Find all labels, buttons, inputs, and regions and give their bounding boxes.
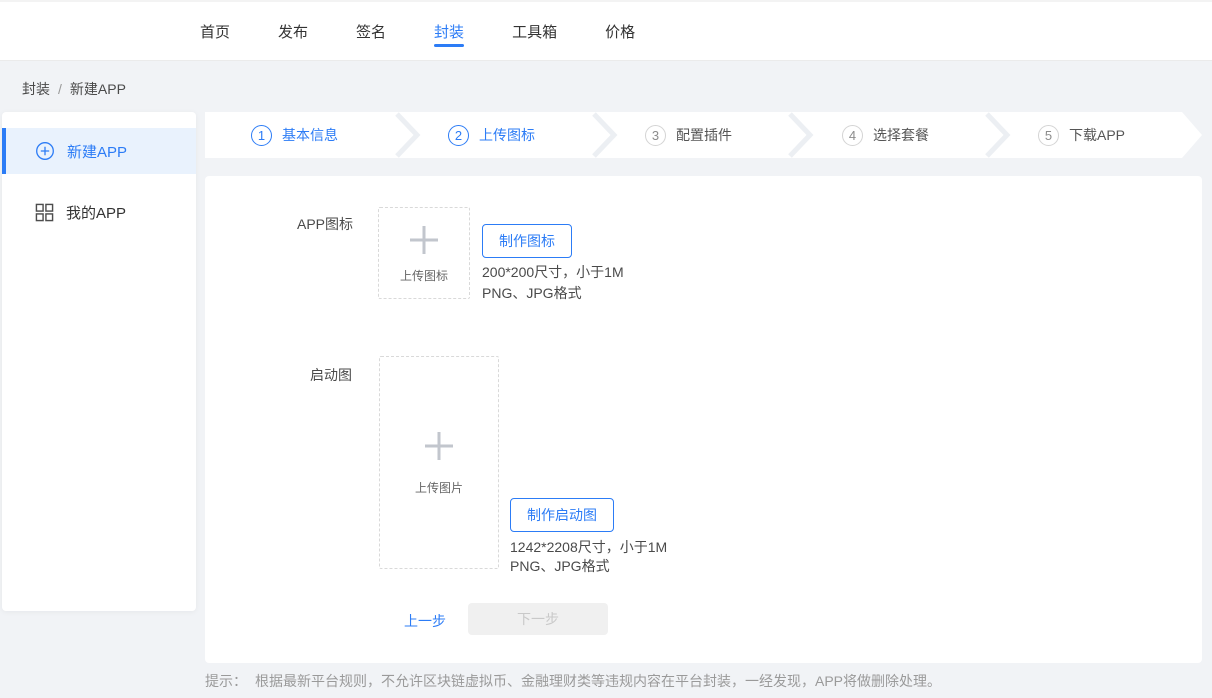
icon-format-hint: PNG、JPG格式 <box>482 283 582 303</box>
splash-upload-box[interactable]: 上传图片 <box>379 356 499 569</box>
step-label: 选择套餐 <box>873 125 929 145</box>
nav-item-publish[interactable]: 发布 <box>278 2 308 60</box>
nav-item-package[interactable]: 封装 <box>434 2 464 60</box>
nav-item-label: 封装 <box>434 21 464 42</box>
step-upload-icon: 2 上传图标 <box>448 112 535 158</box>
step-configure-plugins: 3 配置插件 <box>645 112 732 158</box>
tip-label: 提示： <box>205 673 247 689</box>
make-splash-button[interactable]: 制作启动图 <box>510 498 614 532</box>
tip-text: 根据最新平台规则，不允许区块链虚拟币、金融理财类等违规内容在平台封装，一经发现，… <box>255 673 941 689</box>
step-number: 5 <box>1038 125 1059 146</box>
step-download-app: 5 下载APP <box>1038 112 1125 158</box>
step-number: 2 <box>448 125 469 146</box>
plus-circle-icon <box>35 141 55 161</box>
step-number: 1 <box>251 125 272 146</box>
step-label: 配置插件 <box>676 125 732 145</box>
step-label: 基本信息 <box>282 125 338 145</box>
step-basic-info: 1 基本信息 <box>251 112 338 158</box>
footer-tip: 提示： 根据最新平台规则，不允许区块链虚拟币、金融理财类等违规内容在平台封装，一经… <box>205 671 941 691</box>
breadcrumb-current: 新建APP <box>70 81 126 97</box>
nav-item-sign[interactable]: 签名 <box>356 2 386 60</box>
sidebar-item-my-apps[interactable]: 我的APP <box>2 189 196 235</box>
splash-size-hint: 1242*2208尺寸，小于1M <box>510 537 667 557</box>
plus-icon <box>422 429 456 463</box>
splash-label: 启动图 <box>310 365 352 385</box>
icon-size-hint: 200*200尺寸，小于1M <box>482 262 624 282</box>
sidebar-item-label: 我的APP <box>66 202 126 223</box>
step-number: 4 <box>842 125 863 146</box>
page: 首页 发布 签名 封装 工具箱 价格 封装 / 新建APP 新建APP 我的APP <box>0 0 1212 698</box>
step-wizard-bar: 1 基本信息 2 上传图标 3 配置插件 4 选择套餐 5 下载APP <box>205 112 1202 158</box>
step-number: 3 <box>645 125 666 146</box>
step-label: 下载APP <box>1069 125 1125 145</box>
next-step-button[interactable]: 下一步 <box>468 603 608 635</box>
nav-item-label: 发布 <box>278 21 308 42</box>
upload-icon-text: 上传图标 <box>400 267 448 284</box>
step-label: 上传图标 <box>479 125 535 145</box>
nav-item-home[interactable]: 首页 <box>200 2 230 60</box>
step-choose-plan: 4 选择套餐 <box>842 112 929 158</box>
sidebar: 新建APP 我的APP <box>2 112 196 611</box>
splash-format-hint: PNG、JPG格式 <box>510 556 610 576</box>
sidebar-item-new-app[interactable]: 新建APP <box>2 128 196 174</box>
prev-step-link[interactable]: 上一步 <box>404 611 446 631</box>
nav-item-toolbox[interactable]: 工具箱 <box>512 2 557 60</box>
grid-icon <box>35 203 54 222</box>
nav-item-price[interactable]: 价格 <box>605 2 635 60</box>
app-icon-label: APP图标 <box>297 214 353 234</box>
breadcrumb: 封装 / 新建APP <box>22 79 134 99</box>
sidebar-item-label: 新建APP <box>67 141 127 162</box>
breadcrumb-section[interactable]: 封装 <box>22 81 50 97</box>
upload-image-text: 上传图片 <box>415 479 463 496</box>
top-nav-items: 首页 发布 签名 封装 工具箱 价格 <box>0 2 1212 60</box>
make-icon-button[interactable]: 制作图标 <box>482 224 572 258</box>
nav-item-label: 首页 <box>200 21 230 42</box>
main-form-card: APP图标 上传图标 制作图标 200*200尺寸，小于1M PNG、JPG格式… <box>205 176 1202 663</box>
plus-icon <box>407 223 441 257</box>
active-tab-underline <box>434 44 464 47</box>
app-icon-upload-box[interactable]: 上传图标 <box>378 207 470 299</box>
top-nav: 首页 发布 签名 封装 工具箱 价格 <box>0 0 1212 61</box>
nav-item-label: 工具箱 <box>512 21 557 42</box>
nav-item-label: 签名 <box>356 21 386 42</box>
nav-item-label: 价格 <box>605 21 635 42</box>
breadcrumb-separator: / <box>58 81 62 97</box>
